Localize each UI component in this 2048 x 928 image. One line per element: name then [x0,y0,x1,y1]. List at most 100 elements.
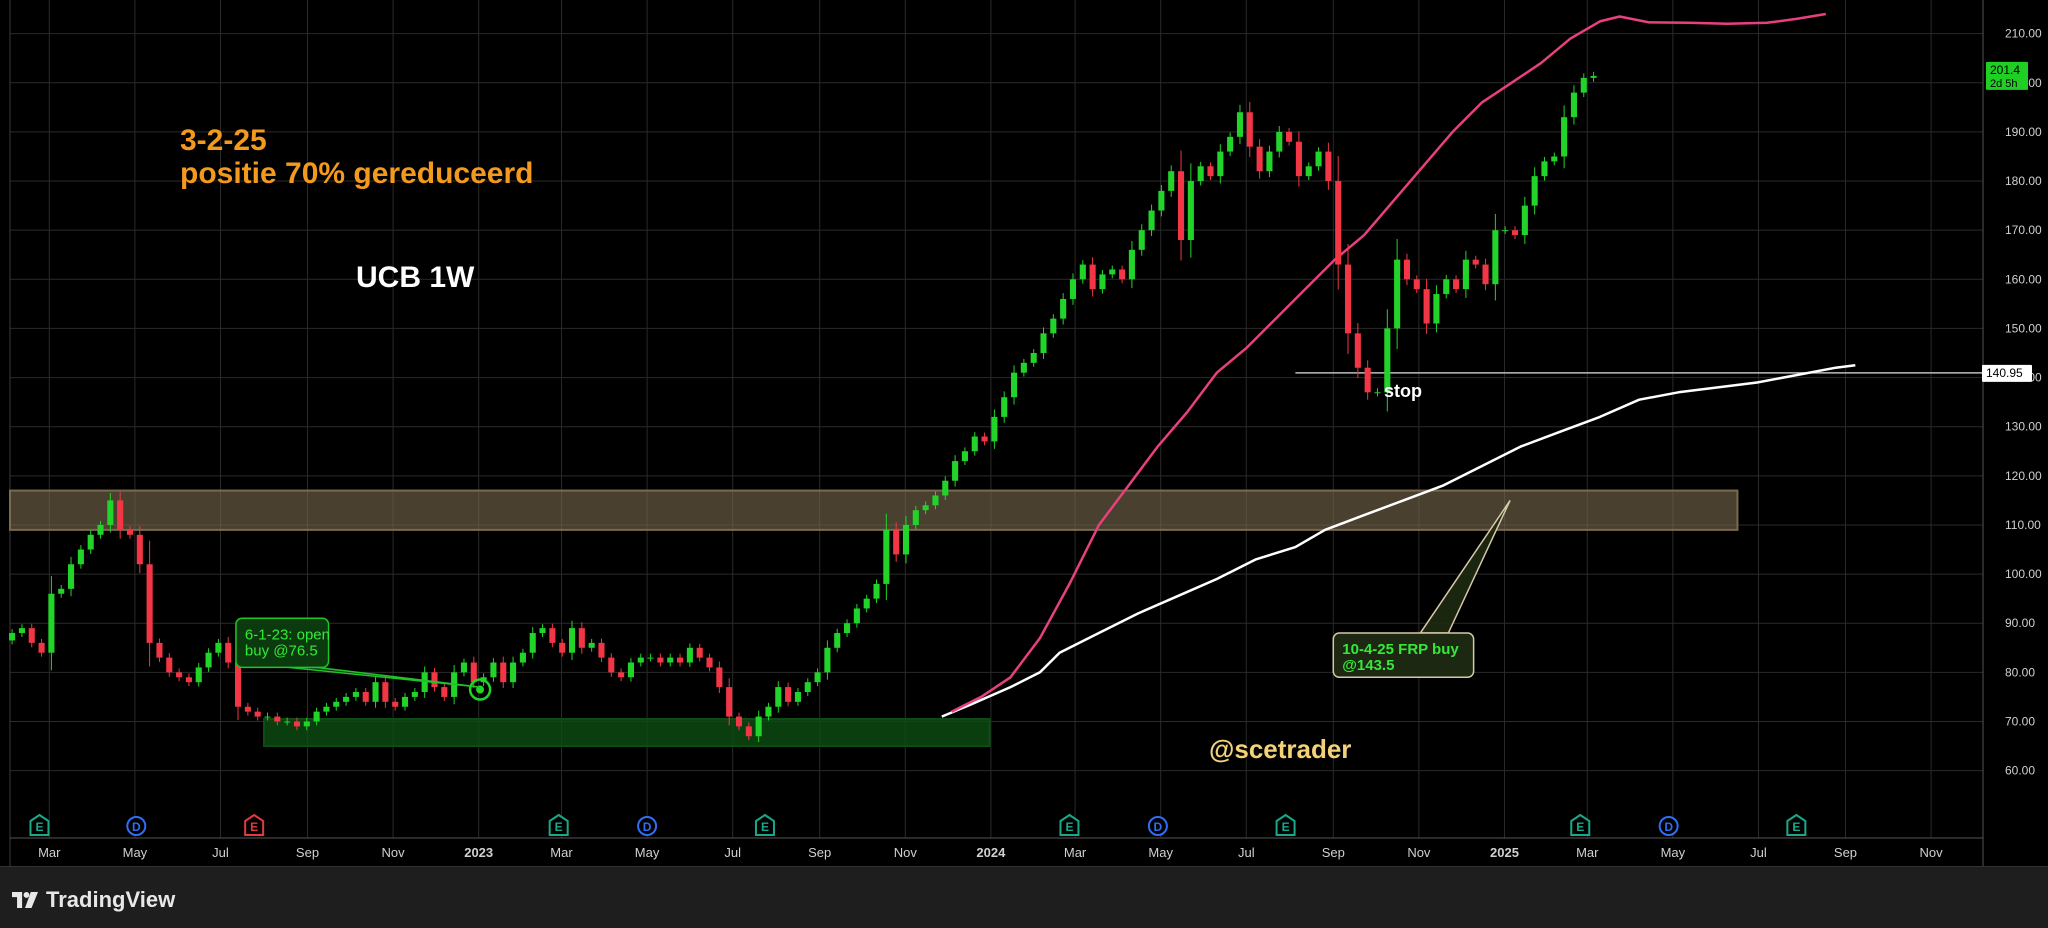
candle-body [1315,151,1322,167]
candle-body [1305,166,1312,177]
candle [873,579,880,604]
candle-body [254,711,261,717]
candle-body [1079,264,1086,280]
candle [1266,145,1273,178]
price-tick-label: 90.00 [2005,616,2035,630]
candle [225,636,232,669]
candle [637,653,644,667]
candle-body [274,716,281,722]
candle-body [1472,259,1479,265]
open-buy-callout-line1: 6-1-23: open [245,626,330,643]
candle [686,643,693,667]
candle-body [735,716,743,727]
dividend-event-icon: D [1658,816,1679,836]
candle-body [1227,136,1234,152]
candle [1344,243,1352,354]
candle [549,623,556,648]
candle [1580,73,1587,98]
candle [1502,226,1509,235]
candle [136,525,143,574]
time-tick-label: 2023 [464,845,493,860]
candle [195,663,202,687]
candle [1462,250,1469,298]
candle-body [382,682,389,702]
candle [1099,269,1106,294]
price-tick-label: 210.00 [2005,27,2042,41]
candle [176,668,183,682]
frp-buy-callout-line1: 10-4-25 FRP buy [1342,641,1459,658]
candle [1040,327,1047,359]
candle-body [323,706,330,712]
candle [166,653,173,677]
candle-body [549,628,556,643]
candle-body [1197,166,1204,182]
candle [1197,161,1204,186]
candle [1511,226,1519,240]
candle-body [1168,171,1175,191]
event-label: E [1792,820,1800,834]
candle [1570,85,1577,125]
candle [853,604,860,628]
candle-body [686,647,693,663]
candle-body [755,716,762,737]
price-tick-label: 60.00 [2005,764,2035,778]
candle-body [176,672,183,678]
candle [490,658,497,682]
candle-body [333,701,340,707]
candle-body [215,642,222,653]
candle-body [1403,259,1411,280]
event-markers: EDEEDEEDEEDE [29,813,1807,836]
time-axis[interactable]: Mar May Jul Sep Nov 2023 Mar May Jul Sep Nov 2024 Ma… [38,845,1943,860]
event-label: E [1576,820,1584,834]
candle-body [765,706,772,717]
time-tick-label: May [1148,845,1173,860]
candle [1119,265,1126,284]
candle-body [9,633,16,641]
candle [333,697,340,711]
time-tick-label: Jul [212,845,229,860]
event-label: E [761,820,769,834]
candle-body [1295,141,1302,177]
candle-body [166,657,173,673]
candle [1128,240,1135,289]
candle [382,676,389,708]
candle-body [1531,176,1538,206]
candle-body [834,633,841,648]
price-chart[interactable]: 6-1-23: openbuy @76.5 10-4-25 FRP buy@143… [0,0,2048,870]
support-zone [262,718,991,748]
candle-body [1462,259,1469,290]
candle [598,638,605,663]
candle-body [48,593,55,653]
note-text: positie 70% gereduceerd [180,157,533,190]
candle-body [1060,298,1067,319]
last-price-tag: 201.4 2d 5h [1986,61,2028,90]
candle-body [519,652,526,663]
candle-body [372,682,379,702]
candle [500,656,507,689]
candle-body [1354,333,1361,368]
candle-body [775,687,782,707]
candle-body [568,628,576,653]
event-label: D [1664,820,1673,834]
price-tick-label: 150.00 [2005,321,2042,335]
price-axis[interactable]: 60.00 70.00 80.00 90.00 100.00 110.00 120.00 13… [2005,27,2042,778]
event-label: E [250,820,258,834]
time-tick-label: Nov [1407,845,1431,860]
candle [677,653,684,667]
candle-body [244,706,251,712]
candle-body [490,662,497,678]
tradingview-logo[interactable]: TradingView [12,887,175,913]
candle [1561,105,1568,169]
candle-body [893,529,900,555]
candle-body [460,662,468,673]
earnings-event-icon: E [1275,813,1296,836]
candle [1482,258,1489,291]
earnings-event-icon: E [548,813,569,836]
candle [1374,388,1381,397]
time-tick-label: Mar [38,845,61,860]
price-tick-label: 130.00 [2005,420,2042,434]
candle [441,683,448,701]
candle-body [1443,279,1450,295]
candle [460,658,468,677]
candle [362,688,369,706]
